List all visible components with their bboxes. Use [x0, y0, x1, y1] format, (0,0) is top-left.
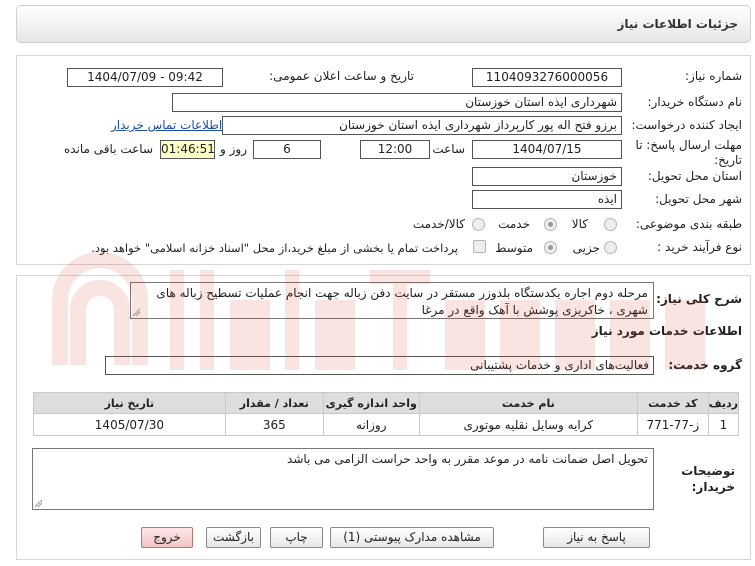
deadline-date-field: 1404/07/15: [472, 140, 622, 159]
col-quantity: تعداد / مقدار: [224, 392, 324, 414]
province-label: استان محل تحویل:: [647, 169, 742, 183]
buyer-contact-link[interactable]: اطلاعات تماس خریدار: [111, 118, 222, 132]
cell-unit: روزانه: [322, 413, 420, 436]
category-goods-label: کالا: [571, 217, 588, 231]
back-button[interactable]: بازگشت: [206, 527, 261, 548]
resize-grip-icon[interactable]: [34, 499, 43, 508]
print-button[interactable]: چاپ: [270, 527, 323, 548]
days-label: روز و: [220, 142, 247, 156]
province-field: خوزستان: [472, 167, 622, 186]
col-need-date: تاریخ نیاز: [33, 392, 226, 414]
days-remaining-field: 6: [253, 140, 321, 159]
announce-datetime-label: تاریخ و ساعت اعلان عمومی:: [269, 69, 414, 83]
remaining-time-label: ساعت باقی مانده: [63, 142, 153, 156]
reply-button[interactable]: پاسخ به نیاز: [543, 527, 650, 548]
deadline-label: مهلت ارسال پاسخ: تا: [635, 138, 742, 152]
exit-button[interactable]: خروج: [141, 527, 193, 548]
category-goods-service-label: کالا/خدمت: [412, 217, 465, 231]
cell-service-code: ز-77-771: [636, 413, 709, 436]
category-goods-radio[interactable]: [604, 218, 617, 231]
table-header-row: ردیف کد خدمت نام خدمت واحد اندازه گیری ت…: [33, 392, 740, 414]
process-medium-label: متوسط: [495, 241, 533, 255]
service-group-field: فعالیت‌های اداری و خدمات پشتیبانی: [105, 356, 654, 375]
description-label: شرح کلی نیاز:: [656, 292, 742, 306]
remaining-time-field: 01:46:51: [160, 140, 215, 159]
treasury-note: پرداخت تمام یا بخشی از مبلغ خرید،از محل …: [91, 241, 458, 255]
category-label: طبقه بندی موضوعی:: [635, 217, 742, 231]
deadline-date-label: تاریخ:: [714, 153, 742, 167]
announce-datetime-field: 1404/07/09 - 09:42: [67, 68, 223, 87]
service-group-label: گروه خدمت:: [668, 358, 742, 372]
process-medium-radio[interactable]: [544, 241, 557, 254]
treasury-checkbox[interactable]: [473, 240, 486, 253]
cell-row-index: 1: [707, 413, 740, 436]
cell-quantity: 365: [224, 413, 324, 436]
need-number-field: 1104093276000056: [472, 68, 622, 87]
buyer-org-field: شهرداری ایذه استان خوزستان: [172, 93, 622, 112]
col-unit: واحد اندازه گیری: [322, 392, 420, 414]
buyer-notes-textarea[interactable]: تحویل اصل ضمانت نامه در موعد مقرر به واح…: [32, 448, 654, 510]
buyer-notes-label: توضیحات: [681, 464, 735, 478]
need-number-label: شماره نیاز:: [685, 69, 742, 83]
process-minor-label: جزیی: [572, 241, 600, 255]
view-attachments-button[interactable]: مشاهده مدارک پیوستی (1): [330, 527, 494, 548]
process-minor-radio[interactable]: [604, 241, 617, 254]
need-details-panel: شرح کلی نیاز: مرحله دوم اجاره یکدستگاه ب…: [16, 275, 751, 560]
col-row-index: ردیف: [707, 392, 740, 414]
creator-field: برزو فتح اله پور کارپرداز شهرداری ایذه ا…: [222, 116, 622, 135]
buyer-org-label: نام دستگاه خریدار:: [647, 95, 743, 109]
city-label: شهر محل تحویل:: [655, 192, 742, 206]
resize-grip-icon[interactable]: [132, 308, 141, 317]
category-service-label: خدمت: [498, 217, 530, 231]
creator-label: ایجاد کننده درخواست:: [631, 118, 742, 132]
page-title: جزئیات اطلاعات نیاز: [617, 17, 738, 31]
cell-need-date: 1405/07/30: [33, 413, 226, 436]
services-table: ردیف کد خدمت نام خدمت واحد اندازه گیری ت…: [33, 392, 740, 436]
process-type-label: نوع فرآیند خرید :: [657, 240, 742, 254]
need-info-panel: شماره نیاز: 1104093276000056 تاریخ و ساع…: [16, 55, 751, 265]
description-textarea[interactable]: مرحله دوم اجاره یکدستگاه بلدوزر مستقر در…: [130, 282, 654, 319]
category-goods-service-radio[interactable]: [472, 218, 485, 231]
services-section-title: اطلاعات خدمات مورد نیاز: [591, 324, 742, 338]
category-service-radio[interactable]: [544, 218, 557, 231]
col-service-code: کد خدمت: [636, 392, 709, 414]
city-field: ایذه: [472, 190, 622, 209]
page-header: جزئیات اطلاعات نیاز: [16, 5, 751, 43]
cell-service-name: کرایه وسایل نقلیه موتوری: [418, 413, 638, 436]
table-row: 1 ز-77-771 کرایه وسایل نقلیه موتوری روزا…: [33, 413, 740, 436]
buyer-notes-label-2: خریدار:: [691, 480, 735, 494]
col-service-name: نام خدمت: [418, 392, 638, 414]
deadline-time-label: ساعت: [432, 142, 465, 156]
deadline-time-field: 12:00: [360, 140, 430, 159]
